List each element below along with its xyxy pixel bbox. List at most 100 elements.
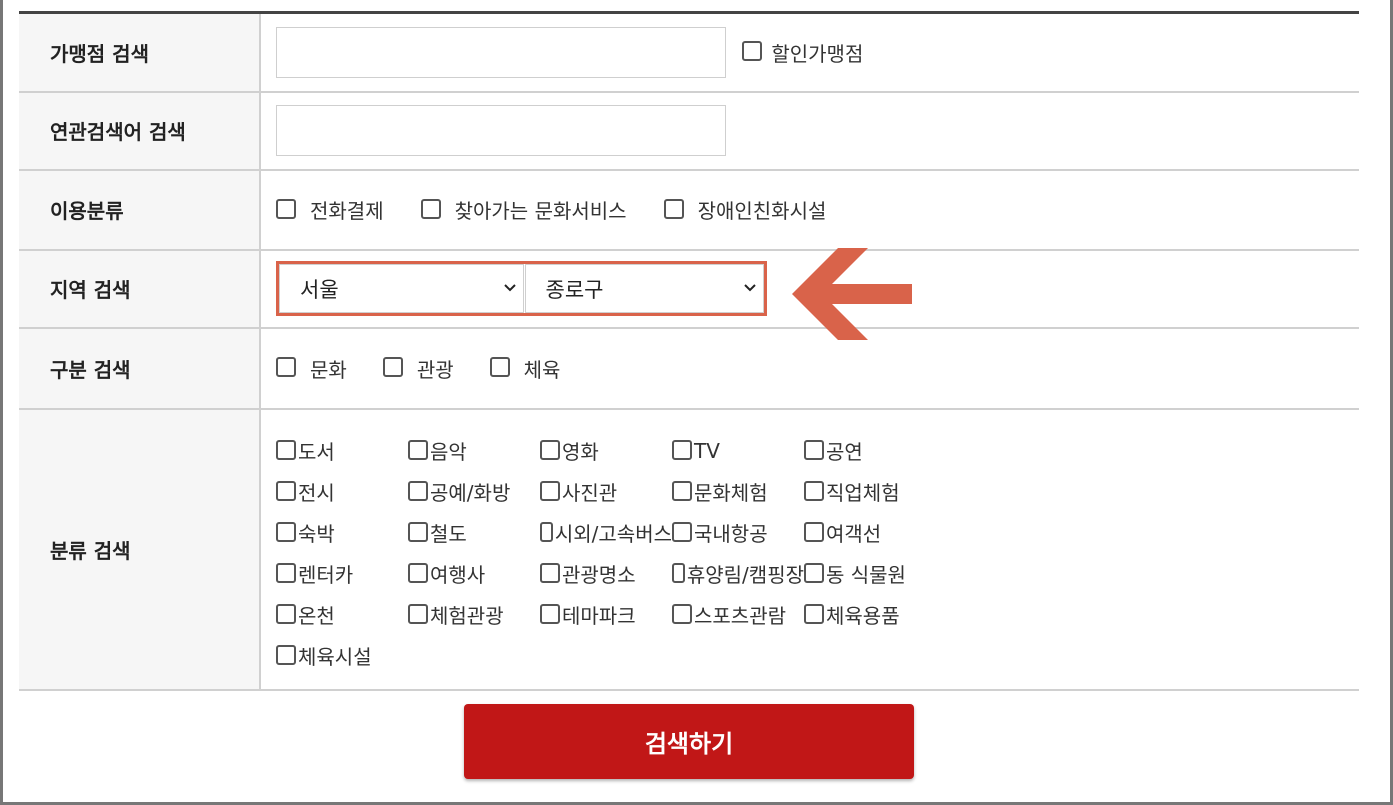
usage-option-phone-payment-checkbox[interactable] — [276, 198, 296, 219]
type-option-culture-label: 문화 — [310, 357, 347, 382]
category-option[interactable]: 체험관광 — [408, 601, 540, 628]
category-option-checkbox[interactable] — [276, 644, 296, 665]
type-search-options: 문화 관광 체육 — [276, 354, 1359, 383]
category-option-checkbox[interactable] — [540, 439, 560, 460]
category-option[interactable]: 공예/화방 — [408, 478, 540, 505]
category-option[interactable]: 여행사 — [408, 560, 540, 587]
category-option[interactable]: 전시 — [276, 478, 408, 505]
category-option-checkbox[interactable] — [804, 603, 824, 624]
page-frame: 가맹점 검색 할인가맹점 연관검색어 검색 이용분류 전화결제 찾아가는 문화서… — [0, 0, 1393, 805]
category-option[interactable]: 공연 — [804, 437, 964, 464]
category-option-checkbox[interactable] — [276, 480, 296, 501]
category-option-checkbox[interactable] — [408, 480, 428, 501]
category-option-checkbox[interactable] — [672, 603, 692, 624]
related-search-cell — [260, 92, 1359, 170]
category-option-checkbox[interactable] — [672, 521, 692, 542]
type-option-culture-checkbox[interactable] — [276, 357, 296, 377]
type-option-tourism[interactable]: 관광 — [382, 354, 454, 383]
left-arrow-icon — [792, 248, 912, 340]
category-option-label: 스포츠관람 — [694, 604, 786, 628]
category-option-label: 휴양림/캠핑장 — [686, 563, 804, 587]
category-option-label: 직업체험 — [826, 481, 900, 505]
category-option-checkbox[interactable] — [276, 439, 296, 460]
category-option-checkbox[interactable] — [672, 439, 692, 460]
category-option-checkbox[interactable] — [804, 521, 824, 542]
category-option-label: 철도 — [430, 522, 467, 546]
category-option[interactable]: 여객선 — [804, 519, 964, 546]
related-search-row: 연관검색어 검색 — [19, 91, 1359, 170]
region-search-label: 지역 검색 — [19, 249, 261, 328]
category-option-checkbox[interactable] — [804, 480, 824, 501]
category-option-checkbox[interactable] — [276, 603, 296, 624]
category-option-label: 온천 — [298, 604, 335, 628]
category-option-checkbox[interactable] — [408, 603, 428, 624]
type-option-sports[interactable]: 체육 — [489, 354, 560, 383]
category-option[interactable]: 온천 — [276, 601, 408, 628]
category-option[interactable]: 영화 — [540, 437, 672, 464]
category-option[interactable]: 철도 — [408, 519, 540, 546]
category-option-checkbox[interactable] — [408, 521, 428, 542]
category-option-checkbox[interactable] — [540, 480, 560, 501]
type-search-row: 구분 검색 문화 관광 체육 — [19, 327, 1359, 409]
category-option[interactable]: 테마파크 — [540, 601, 672, 628]
category-option[interactable]: 체육용품 — [804, 601, 964, 628]
type-option-tourism-label: 관광 — [416, 357, 454, 382]
category-option[interactable]: 도서 — [276, 437, 408, 464]
category-option-label: 사진관 — [562, 481, 618, 505]
category-option-checkbox[interactable] — [672, 562, 685, 583]
discount-store-checkbox[interactable] — [742, 41, 763, 62]
store-search-label: 가맹점 검색 — [19, 12, 261, 92]
category-option[interactable]: 스포츠관람 — [672, 601, 804, 628]
category-option[interactable]: 음악 — [408, 437, 540, 464]
usage-option-visiting-service[interactable]: 찾아가는 문화서비스 — [420, 195, 627, 224]
category-option-checkbox[interactable] — [408, 439, 428, 460]
category-option[interactable]: 체육시설 — [276, 642, 408, 669]
store-search-row: 가맹점 검색 할인가맹점 — [19, 12, 1359, 92]
usage-option-visiting-service-checkbox[interactable] — [420, 198, 441, 219]
category-option[interactable]: 사진관 — [540, 478, 672, 505]
city-select[interactable]: 서울 — [279, 264, 524, 313]
related-search-input[interactable] — [276, 105, 726, 156]
category-option[interactable]: 관광명소 — [540, 560, 672, 587]
category-option-label: 체육용품 — [826, 604, 900, 628]
usage-option-phone-payment-label: 전화결제 — [310, 199, 384, 223]
chevron-down-icon — [744, 284, 756, 292]
category-option-checkbox[interactable] — [804, 562, 824, 583]
category-option-checkbox[interactable] — [276, 562, 296, 583]
category-option-label: 숙박 — [298, 522, 335, 546]
type-option-sports-checkbox[interactable] — [489, 357, 510, 377]
search-form-table: 가맹점 검색 할인가맹점 연관검색어 검색 이용분류 전화결제 찾아가는 문화서… — [19, 11, 1359, 691]
category-option[interactable]: 동 식물원 — [804, 560, 964, 587]
usage-option-accessible-facility-checkbox[interactable] — [663, 198, 684, 219]
store-search-input[interactable] — [276, 26, 726, 78]
category-option[interactable]: 시외/고속버스 — [540, 519, 672, 546]
discount-store-label: 할인가맹점 — [771, 41, 864, 66]
category-option[interactable]: 숙박 — [276, 519, 408, 546]
category-option-checkbox[interactable] — [804, 439, 824, 460]
chevron-down-icon — [503, 284, 516, 292]
category-option[interactable]: 문화체험 — [672, 478, 804, 505]
category-checkbox-grid: 도서 음악 영화 TV 공연전시 공예/화방 사진관 문화체험 직업체험숙박 철도 시외/고속버스 국… — [276, 429, 1359, 669]
category-option-checkbox[interactable] — [408, 562, 428, 583]
discount-store-checkbox-group[interactable]: 할인가맹점 — [742, 38, 863, 67]
type-option-tourism-checkbox[interactable] — [382, 357, 403, 377]
usage-category-label: 이용분류 — [19, 169, 261, 250]
category-option-checkbox[interactable] — [540, 521, 553, 542]
type-option-culture[interactable]: 문화 — [276, 354, 347, 383]
category-option[interactable]: 휴양림/캠핑장 — [672, 560, 804, 587]
category-option-checkbox[interactable] — [540, 562, 560, 583]
category-option-label: 도서 — [298, 440, 335, 464]
category-option-checkbox[interactable] — [276, 521, 296, 542]
category-option-checkbox[interactable] — [540, 603, 560, 624]
category-option[interactable]: TV — [672, 437, 804, 464]
category-option[interactable]: 렌터카 — [276, 560, 408, 587]
search-button[interactable]: 검색하기 — [464, 704, 914, 779]
usage-option-accessible-facility-label: 장애인친화시설 — [697, 199, 827, 223]
usage-option-accessible-facility[interactable]: 장애인친화시설 — [663, 195, 827, 224]
district-select[interactable]: 종로구 — [524, 264, 764, 313]
category-option[interactable]: 국내항공 — [672, 519, 804, 546]
category-option[interactable]: 직업체험 — [804, 478, 964, 505]
category-option-checkbox[interactable] — [672, 480, 692, 501]
related-search-label: 연관검색어 검색 — [19, 91, 261, 170]
usage-option-phone-payment[interactable]: 전화결제 — [276, 195, 384, 224]
